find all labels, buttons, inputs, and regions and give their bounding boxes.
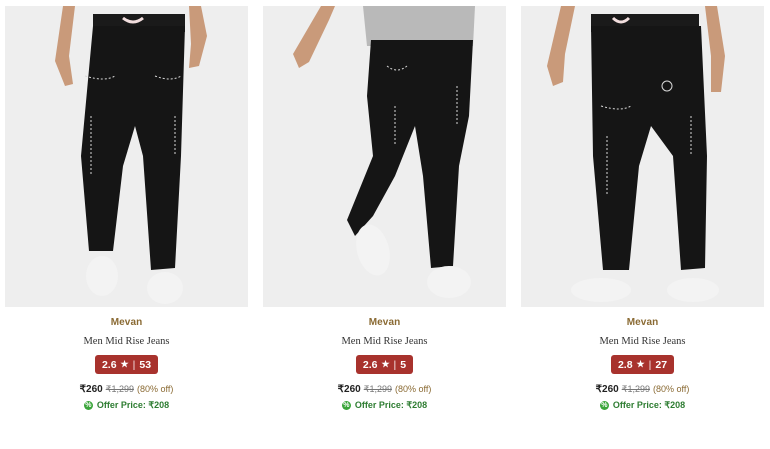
rating-value: 2.8 bbox=[617, 358, 633, 371]
product-brand: Mevan bbox=[110, 317, 143, 328]
price-row: ₹260 ₹1,299 (80% off) bbox=[338, 384, 432, 395]
selling-price: ₹260 bbox=[595, 384, 619, 395]
star-icon: ★ bbox=[636, 359, 645, 369]
review-count: 53 bbox=[139, 358, 152, 371]
offer-tag-icon: % bbox=[341, 401, 351, 410]
product-title[interactable]: Men Mid Rise Jeans bbox=[599, 336, 685, 347]
discount-label: (80% off) bbox=[394, 384, 432, 394]
selling-price: ₹260 bbox=[337, 384, 361, 395]
offer-price: Offer Price: ₹208 bbox=[354, 400, 428, 410]
original-price: ₹1,299 bbox=[105, 384, 134, 394]
product-card[interactable]: Mevan Men Mid Rise Jeans 2.8 ★ | 27 ₹260 … bbox=[521, 6, 764, 426]
product-image[interactable] bbox=[5, 6, 248, 307]
star-icon: ★ bbox=[381, 359, 390, 369]
product-title[interactable]: Men Mid Rise Jeans bbox=[341, 336, 427, 347]
price-row: ₹260 ₹1,299 (80% off) bbox=[80, 384, 174, 395]
offer-tag-icon: % bbox=[599, 401, 609, 410]
offer-tag-icon: % bbox=[83, 401, 93, 410]
original-price: ₹1,299 bbox=[621, 384, 650, 394]
selling-price: ₹260 bbox=[79, 384, 103, 395]
product-brand: Mevan bbox=[626, 317, 659, 328]
rating-separator: | bbox=[132, 358, 136, 371]
product-card[interactable]: Mevan Men Mid Rise Jeans 2.6 ★ | 53 ₹260 … bbox=[5, 6, 248, 426]
original-price: ₹1,299 bbox=[363, 384, 392, 394]
product-image[interactable] bbox=[521, 6, 764, 307]
rating-value: 2.6 bbox=[101, 358, 117, 371]
discount-label: (80% off) bbox=[136, 384, 174, 394]
product-card[interactable]: Mevan Men Mid Rise Jeans 2.6 ★ | 5 ₹260 ₹… bbox=[263, 6, 506, 426]
offer-price: Offer Price: ₹208 bbox=[96, 400, 170, 410]
product-brand: Mevan bbox=[368, 317, 401, 328]
discount-label: (80% off) bbox=[652, 384, 690, 394]
rating-badge: 2.8 ★ | 27 bbox=[610, 355, 675, 374]
rating-badge: 2.6 ★ | 53 bbox=[94, 355, 159, 374]
offer-price: Offer Price: ₹208 bbox=[612, 400, 686, 410]
rating-badge: 2.6 ★ | 5 bbox=[355, 355, 414, 374]
rating-value: 2.6 bbox=[362, 358, 378, 371]
rating-separator: | bbox=[393, 358, 397, 371]
product-title[interactable]: Men Mid Rise Jeans bbox=[83, 336, 169, 347]
price-row: ₹260 ₹1,299 (80% off) bbox=[596, 384, 690, 395]
product-image[interactable] bbox=[263, 6, 506, 307]
star-icon: ★ bbox=[120, 359, 129, 369]
offer-price-row: % Offer Price: ₹208 bbox=[599, 400, 686, 411]
rating-separator: | bbox=[648, 358, 652, 371]
review-count: 27 bbox=[655, 358, 668, 371]
offer-price-row: % Offer Price: ₹208 bbox=[341, 400, 428, 411]
product-grid: Mevan Men Mid Rise Jeans 2.6 ★ | 53 ₹260 … bbox=[0, 0, 770, 449]
offer-price-row: % Offer Price: ₹208 bbox=[83, 400, 170, 411]
review-count: 5 bbox=[400, 358, 407, 371]
